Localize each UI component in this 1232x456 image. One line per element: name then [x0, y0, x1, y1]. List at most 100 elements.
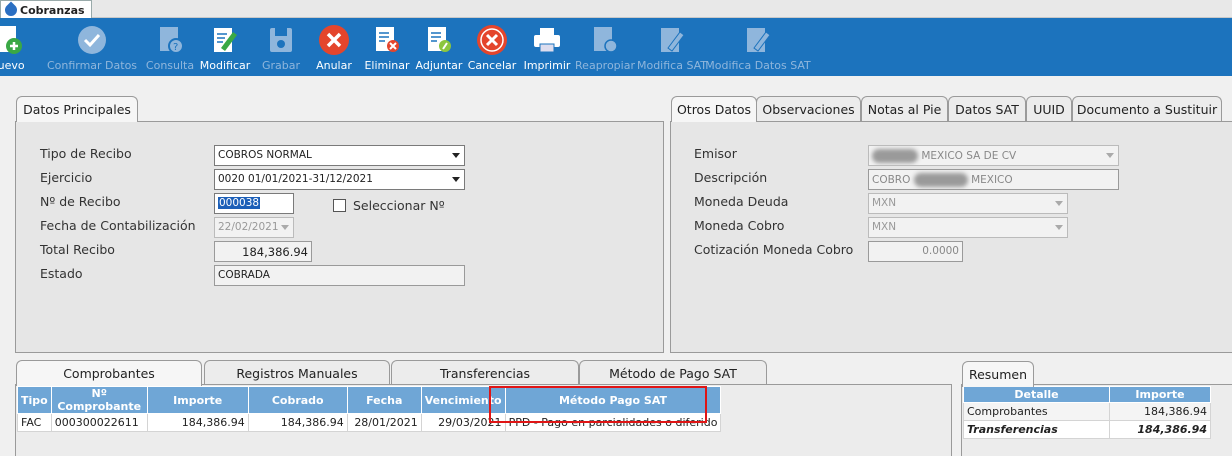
modify-sat-button[interactable]: Modifica SAT — [637, 18, 707, 76]
estado-field: COBRADA — [214, 265, 465, 286]
cell-nro-comprobante: 000300022611 — [50, 413, 148, 432]
tab-otros-datos-label: Otros Datos — [676, 102, 752, 117]
tab-registros-manuales-label: Registros Manuales — [236, 366, 358, 381]
tab-comprobantes[interactable]: Comprobantes — [16, 360, 202, 386]
chevron-down-icon — [1102, 146, 1118, 165]
cell-detalle: Transferencias — [963, 420, 1110, 439]
tab-transferencias-label: Transferencias — [439, 366, 531, 381]
col-detalle[interactable]: Detalle — [963, 386, 1110, 403]
disk-icon — [265, 24, 297, 56]
redacted-mark — [913, 173, 968, 187]
seleccionar-label: Seleccionar Nº — [353, 198, 445, 213]
tab-metodo-pago-sat-label: Método de Pago SAT — [609, 366, 737, 381]
tab-observaciones[interactable]: Observaciones — [756, 96, 861, 122]
total-recibo-field: 184,386.94 — [214, 241, 312, 262]
window-tabstrip: Cobranzas — [0, 0, 1232, 19]
reassign-button[interactable]: Reapropiar — [575, 18, 635, 76]
chevron-down-icon[interactable] — [448, 170, 464, 189]
col-tipo[interactable]: Tipo — [17, 386, 52, 414]
col-cobrado[interactable]: Cobrado — [247, 386, 348, 414]
cancel-x-icon — [476, 24, 508, 56]
col-fecha[interactable]: Fecha — [346, 386, 422, 414]
toolbar: Nuevo Confirmar Datos ? Consulta Modific… — [0, 18, 1232, 76]
modify-sat-data-button[interactable]: Modifica Datos SAT — [705, 18, 811, 76]
total-recibo-label: Total Recibo — [40, 242, 115, 257]
tab-documento-sustituir-label: Documento a Sustituir — [1076, 102, 1218, 117]
tab-otros-datos[interactable]: Otros Datos — [671, 96, 757, 122]
tab-metodo-pago-sat[interactable]: Método de Pago SAT — [579, 360, 767, 386]
svg-text:?: ? — [173, 42, 178, 53]
moneda-deuda-label: Moneda Deuda — [694, 194, 789, 209]
tab-datos-principales-label: Datos Principales — [23, 102, 131, 117]
chevron-down-icon[interactable] — [448, 146, 464, 165]
new-button[interactable]: Nuevo — [0, 18, 26, 76]
cancel-button[interactable]: Cancelar — [468, 18, 516, 76]
cotizacion-field: 0.0000 — [868, 241, 963, 262]
tab-datos-principales[interactable]: Datos Principales — [16, 96, 138, 122]
seleccionar-checkbox[interactable] — [333, 199, 346, 212]
attach-button[interactable]: Adjuntar — [415, 18, 463, 76]
cell-importe: 184,386.94 — [1109, 402, 1211, 421]
tab-observaciones-label: Observaciones — [762, 102, 855, 117]
tab-uuid-label: UUID — [1033, 102, 1065, 117]
tab-datos-sat-label: Datos SAT — [955, 102, 1019, 117]
chevron-down-icon — [277, 218, 293, 237]
ejercicio-select[interactable]: 0020 01/01/2021-31/12/2021 — [214, 169, 465, 190]
printer-icon — [531, 24, 563, 56]
attach-doc-icon — [423, 24, 455, 56]
tab-cobranzas[interactable]: Cobranzas — [0, 0, 92, 19]
highlight-box — [489, 386, 707, 423]
col-importe[interactable]: Importe — [146, 386, 249, 414]
tipo-recibo-select[interactable]: COBROS NORMAL — [214, 145, 465, 166]
resumen-grid: Detalle Importe Comprobantes 184,386.94 … — [963, 386, 1211, 439]
descripcion-label: Descripción — [694, 170, 768, 185]
app-icon — [2, 1, 20, 19]
edit-doc-icon — [742, 24, 774, 56]
cell-fecha: 28/01/2021 — [346, 413, 422, 432]
tipo-recibo-value: COBROS NORMAL — [218, 149, 312, 161]
tab-notas-al-pie-label: Notas al Pie — [867, 102, 942, 117]
tab-uuid[interactable]: UUID — [1026, 96, 1072, 122]
col-nro-comprobante[interactable]: Nº Comprobante — [50, 386, 148, 414]
print-button[interactable]: Imprimir — [524, 18, 570, 76]
moneda-deuda-select: MXN — [868, 193, 1068, 214]
fecha-contab-value: 22/02/2021 — [218, 221, 279, 233]
cell-tipo: FAC — [17, 413, 52, 432]
table-row[interactable]: Transferencias 184,386.94 — [963, 420, 1211, 439]
confirm-button[interactable]: Confirmar Datos — [42, 18, 142, 76]
col-importe[interactable]: Importe — [1109, 386, 1211, 403]
cell-importe: 184,386.94 — [1109, 420, 1211, 439]
moneda-deuda-value: MXN — [872, 197, 897, 209]
tab-notas-al-pie[interactable]: Notas al Pie — [861, 96, 948, 122]
cotizacion-label: Cotización Moneda Cobro — [694, 242, 854, 257]
moneda-cobro-select: MXN — [868, 217, 1068, 238]
tab-documento-sustituir[interactable]: Documento a Sustituir — [1072, 96, 1222, 122]
edit-doc-icon — [656, 24, 688, 56]
tab-cobranzas-label: Cobranzas — [20, 3, 85, 17]
query-doc-icon: ? — [154, 24, 186, 56]
delete-button[interactable]: Eliminar — [364, 18, 410, 76]
reassign-doc-icon — [589, 24, 621, 56]
nro-recibo-input[interactable]: 000038 — [214, 193, 294, 214]
tab-comprobantes-label: Comprobantes — [63, 366, 155, 381]
tab-resumen-label: Resumen — [968, 367, 1028, 382]
nro-recibo-label: Nº de Recibo — [40, 194, 121, 209]
moneda-cobro-value: MXN — [872, 221, 897, 233]
tab-transferencias[interactable]: Transferencias — [391, 360, 579, 386]
tab-datos-sat[interactable]: Datos SAT — [948, 96, 1026, 122]
save-button[interactable]: Grabar — [256, 18, 306, 76]
emisor-value: MEXICO SA DE CV — [921, 150, 1017, 162]
modify-button[interactable]: Modificar — [198, 18, 252, 76]
emisor-select: MEXICO SA DE CV — [868, 145, 1119, 166]
query-button[interactable]: ? Consulta — [146, 18, 194, 76]
void-button[interactable]: Anular — [312, 18, 356, 76]
tab-registros-manuales[interactable]: Registros Manuales — [204, 360, 390, 386]
table-row[interactable]: Comprobantes 184,386.94 — [963, 402, 1211, 421]
nro-recibo-value: 000038 — [218, 197, 261, 209]
tab-resumen[interactable]: Resumen — [962, 361, 1034, 387]
cancel-x-icon — [318, 24, 350, 56]
redacted-mark — [872, 149, 918, 163]
emisor-label: Emisor — [694, 146, 737, 161]
check-icon — [76, 24, 108, 56]
edit-doc-icon — [209, 24, 241, 56]
